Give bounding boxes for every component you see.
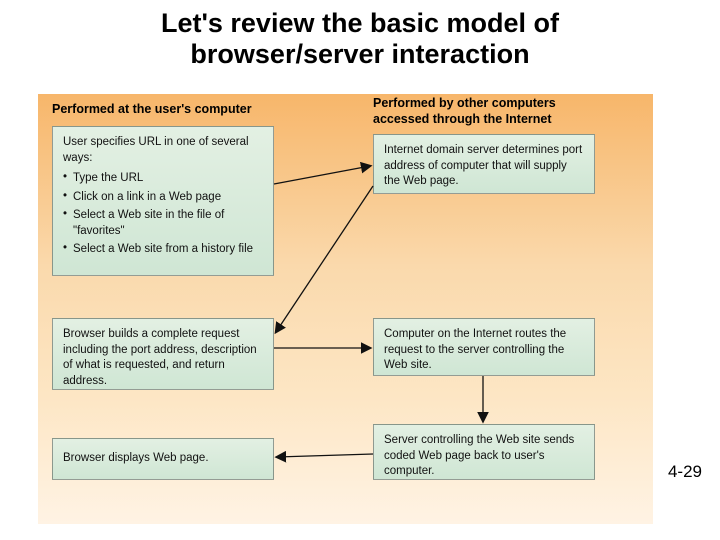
box-user-specifies-url: User specifies URL in one of several way…: [52, 126, 274, 276]
page-number: 4-29: [668, 462, 702, 482]
arrow-5: [277, 454, 373, 457]
box1-lead: User specifies URL in one of several way…: [63, 135, 263, 166]
list-item: Click on a link in a Web page: [63, 190, 263, 206]
box-server-sends-page: Server controlling the Web site sends co…: [373, 424, 595, 480]
arrow-1: [274, 166, 370, 184]
arrow-2: [276, 186, 373, 332]
right-header-line1: Performed by other computers: [373, 96, 556, 110]
box-browser-builds-request: Browser builds a complete request includ…: [52, 318, 274, 390]
title-line2: browser/server interaction: [190, 39, 529, 69]
slide-title: Let's review the basic model of browser/…: [0, 0, 720, 76]
box1-list: Type the URL Click on a link in a Web pa…: [63, 171, 263, 258]
left-column-header: Performed at the user's computer: [52, 102, 252, 118]
box-browser-displays-page: Browser displays Web page.: [52, 438, 274, 480]
list-item: Select a Web site from a history file: [63, 242, 263, 258]
box-router: Computer on the Internet routes the requ…: [373, 318, 595, 376]
right-column-header: Performed by other computers accessed th…: [373, 96, 556, 127]
right-header-line2: accessed through the Internet: [373, 112, 552, 126]
box-domain-server: Internet domain server determines port a…: [373, 134, 595, 194]
title-line1: Let's review the basic model of: [161, 8, 559, 38]
diagram-canvas: Performed at the user's computer Perform…: [38, 94, 653, 524]
list-item: Select a Web site in the file of "favori…: [63, 208, 263, 239]
list-item: Type the URL: [63, 171, 263, 187]
